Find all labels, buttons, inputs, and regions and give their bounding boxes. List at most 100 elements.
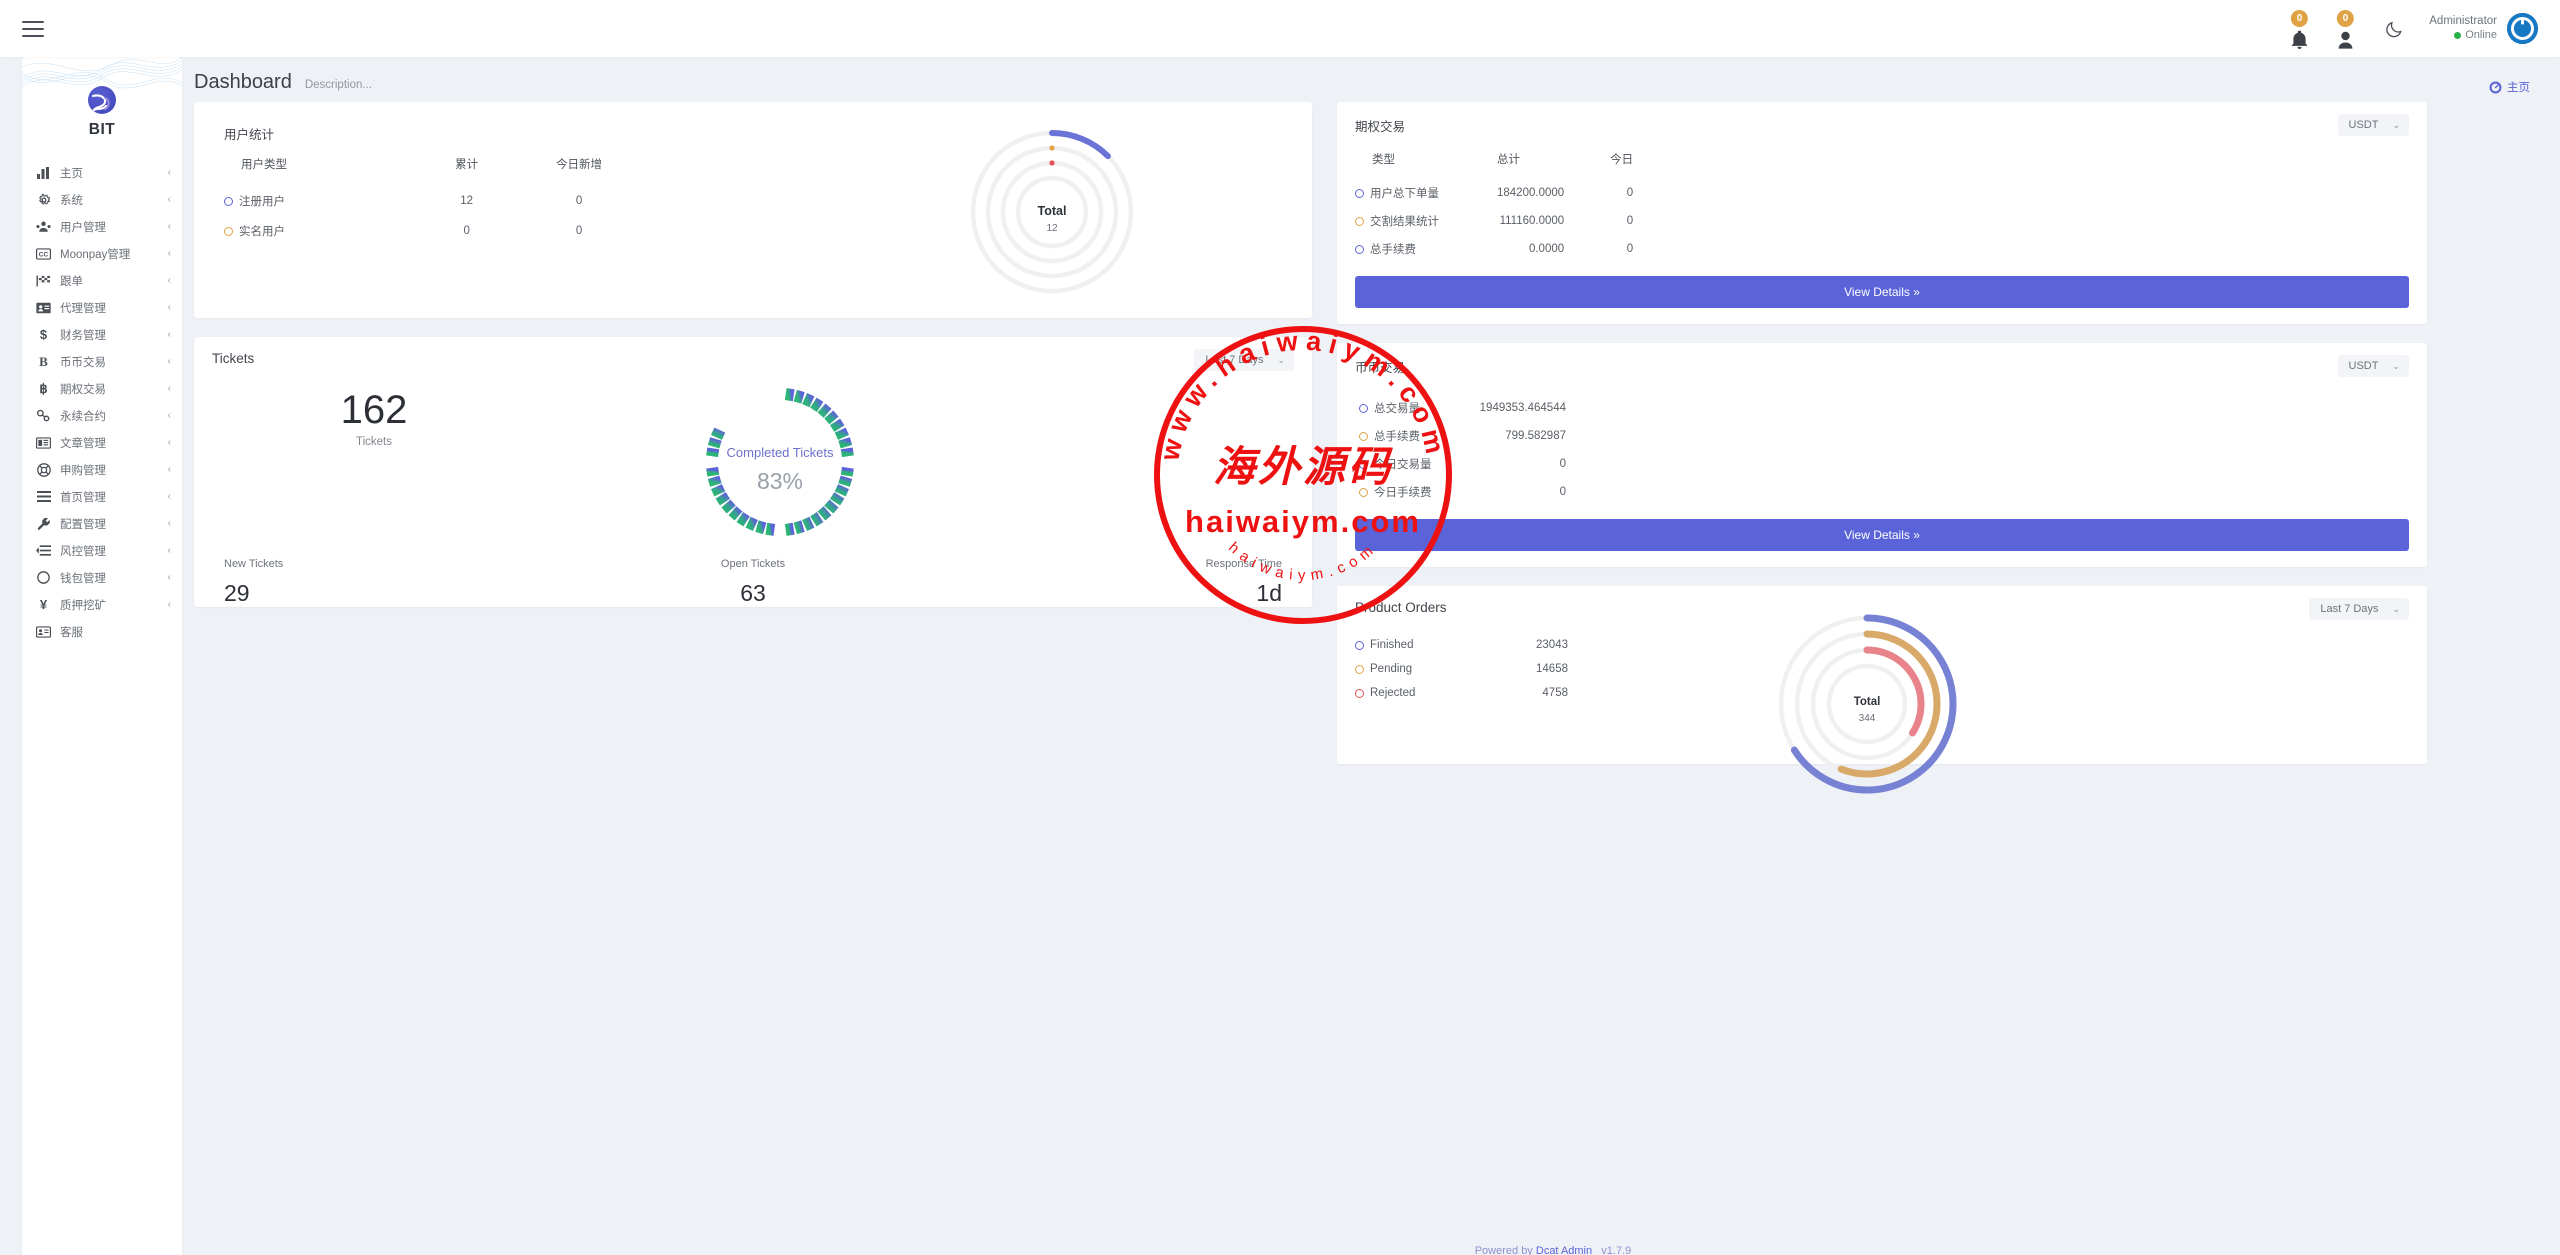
sidebar-item-options-trading[interactable]: ฿ 期权交易 ‹ xyxy=(22,375,182,402)
newspaper-icon xyxy=(36,437,51,449)
sidebar-item-label: 期权交易 xyxy=(60,381,159,397)
sidebar-item-subscription-management[interactable]: 申购管理 ‹ xyxy=(22,456,182,483)
sidebar-item-homepage-management[interactable]: 首页管理 ‹ xyxy=(22,483,182,510)
sidebar-item-customer-service[interactable]: 客服 xyxy=(22,618,182,645)
yen-glyph: ¥ xyxy=(40,598,47,611)
hamburger-line xyxy=(22,21,44,23)
circle-icon xyxy=(36,571,51,584)
stat-new-tickets: New Tickets 29 xyxy=(224,558,577,607)
sidebar-item-label: 永续合约 xyxy=(60,408,159,424)
messages-button[interactable]: 0 xyxy=(2325,9,2365,49)
user-stats-table: 用户类型 累计 今日新增 注册用户 12 0 实名用户 0 0 xyxy=(224,153,654,246)
user-stats-card: 用户统计 用户类型 累计 今日新增 注册用户 12 0 xyxy=(194,102,1312,318)
options-currency-select[interactable]: USDT ⌄ xyxy=(2338,114,2410,136)
coin-view-details-button[interactable]: View Details » xyxy=(1355,519,2409,551)
chevron-left-icon: ‹ xyxy=(168,302,171,313)
table-row: 注册用户 12 0 xyxy=(224,186,654,216)
sidebar-item-moonpay[interactable]: CC Moonpay管理 ‹ xyxy=(22,240,182,267)
sidebar-toggle-button[interactable] xyxy=(18,15,48,43)
stat-label: New Tickets xyxy=(224,558,577,570)
user-status: Online xyxy=(2429,29,2497,43)
status-dot-icon xyxy=(1355,217,1364,226)
sidebar-item-staking-mining[interactable]: ¥ 质押挖矿 ‹ xyxy=(22,591,182,618)
options-view-details-button[interactable]: View Details » xyxy=(1355,276,2409,308)
row-value: 0 xyxy=(1456,458,1566,470)
bold-b-icon: B xyxy=(36,355,51,368)
status-dot-icon xyxy=(1359,404,1368,413)
sidebar-item-label: 风控管理 xyxy=(60,543,159,559)
table-row: 交割结果统计 111160.0000 0 xyxy=(1355,207,1633,235)
cell-total: 12 xyxy=(429,186,504,216)
chevron-left-icon: ‹ xyxy=(168,599,171,610)
tickets-card: Tickets Last 7 Days ⌄ 162 Tickets xyxy=(194,337,1312,607)
status-dot-icon xyxy=(1355,665,1364,674)
tickets-footer-stats: New Tickets 29 Open Tickets 63 Response … xyxy=(194,558,1312,625)
cell-type: 总手续费 xyxy=(1355,235,1439,263)
contact-card-icon xyxy=(36,626,51,638)
user-info: Administrator Online xyxy=(2429,14,2497,42)
user-menu[interactable]: Administrator Online xyxy=(2429,13,2538,44)
sidebar-item-perpetual-contract[interactable]: 永续合约 ‹ xyxy=(22,402,182,429)
sidebar-item-finance-management[interactable]: $ 财务管理 ‹ xyxy=(22,321,182,348)
sidebar-item-coin-trading[interactable]: B 币币交易 ‹ xyxy=(22,348,182,375)
chevron-left-icon: ‹ xyxy=(168,275,171,286)
chevron-down-icon: ⌄ xyxy=(2392,120,2400,131)
page-title: Dashboard xyxy=(194,71,292,94)
select-control[interactable]: USDT ⌄ xyxy=(2338,355,2410,377)
row-label: 注册用户 xyxy=(239,196,285,208)
select-value: USDT xyxy=(2349,119,2379,131)
coin-currency-select[interactable]: USDT ⌄ xyxy=(2338,355,2410,377)
tickets-title: Tickets xyxy=(194,337,1312,366)
status-dot-icon xyxy=(1355,245,1364,254)
notifications-button[interactable]: 0 xyxy=(2279,9,2319,49)
avatar[interactable] xyxy=(2507,13,2538,44)
chevron-down-icon: ⌄ xyxy=(2392,361,2400,372)
completed-tickets-radial-chart: Completed Tickets 83% xyxy=(680,366,880,558)
row-value: 0 xyxy=(1456,486,1566,498)
theme-toggle-button[interactable] xyxy=(2375,10,2413,48)
sidebar-item-wallet-management[interactable]: 钱包管理 ‹ xyxy=(22,564,182,591)
chevron-down-icon: ⌄ xyxy=(2392,604,2400,615)
page-footer: Powered by Dcat Admin v1.7.9 xyxy=(364,1245,2560,1255)
bell-icon xyxy=(2291,30,2308,49)
list-item: 总手续费 799.582987 xyxy=(1359,422,2427,450)
user-stats-chart: Total 12 xyxy=(834,102,1312,318)
product-orders-range-select[interactable]: Last 7 Days ⌄ xyxy=(2309,598,2409,620)
cell-today: 0 xyxy=(1564,179,1633,207)
status-dot-icon xyxy=(224,227,233,236)
top-navbar: 0 0 Administrator Online xyxy=(0,0,2560,57)
status-dot-icon xyxy=(1355,689,1364,698)
dollar-glyph: $ xyxy=(40,328,47,341)
row-label: Pending xyxy=(1370,663,1478,675)
tickets-body: 162 Tickets xyxy=(194,366,1312,558)
sidebar-item-system[interactable]: 系统 ‹ xyxy=(22,186,182,213)
sidebar-item-article-management[interactable]: 文章管理 ‹ xyxy=(22,429,182,456)
select-control[interactable]: Last 7 Days ⌄ xyxy=(2309,598,2409,620)
sidebar-item-copy-trading[interactable]: 跟单 ‹ xyxy=(22,267,182,294)
column-header-total: 累计 xyxy=(429,153,504,186)
sidebar-item-risk-management[interactable]: 风控管理 ‹ xyxy=(22,537,182,564)
yen-icon: ¥ xyxy=(36,598,51,611)
stat-label: Open Tickets xyxy=(577,558,930,570)
footer-brand[interactable]: Dcat Admin xyxy=(1536,1245,1592,1255)
sidebar-brand[interactable]: BIT xyxy=(22,57,182,157)
breadcrumb[interactable]: 主页 xyxy=(2489,79,2530,95)
dollar-icon: $ xyxy=(36,328,51,341)
cell-today: 0 xyxy=(504,186,654,216)
sidebar-item-home[interactable]: 主页 ‹ xyxy=(22,159,182,186)
chart-bar-icon xyxy=(36,167,51,179)
avatar-power-icon xyxy=(2507,13,2538,44)
chevron-left-icon: ‹ xyxy=(168,356,171,367)
select-control[interactable]: USDT ⌄ xyxy=(2338,114,2410,136)
cell-type: 注册用户 xyxy=(224,186,429,216)
logo-icon xyxy=(88,86,116,114)
sidebar-item-agent-management[interactable]: 代理管理 ‹ xyxy=(22,294,182,321)
cell-today: 0 xyxy=(1564,207,1633,235)
page-description: Description... xyxy=(305,79,372,91)
sidebar-item-config-management[interactable]: 配置管理 ‹ xyxy=(22,510,182,537)
sidebar-item-label: 财务管理 xyxy=(60,327,159,343)
link-icon xyxy=(36,409,51,422)
sidebar-item-user-management[interactable]: 用户管理 ‹ xyxy=(22,213,182,240)
cell-total: 0.0000 xyxy=(1439,235,1564,263)
sidebar-item-label: 跟单 xyxy=(60,273,159,289)
